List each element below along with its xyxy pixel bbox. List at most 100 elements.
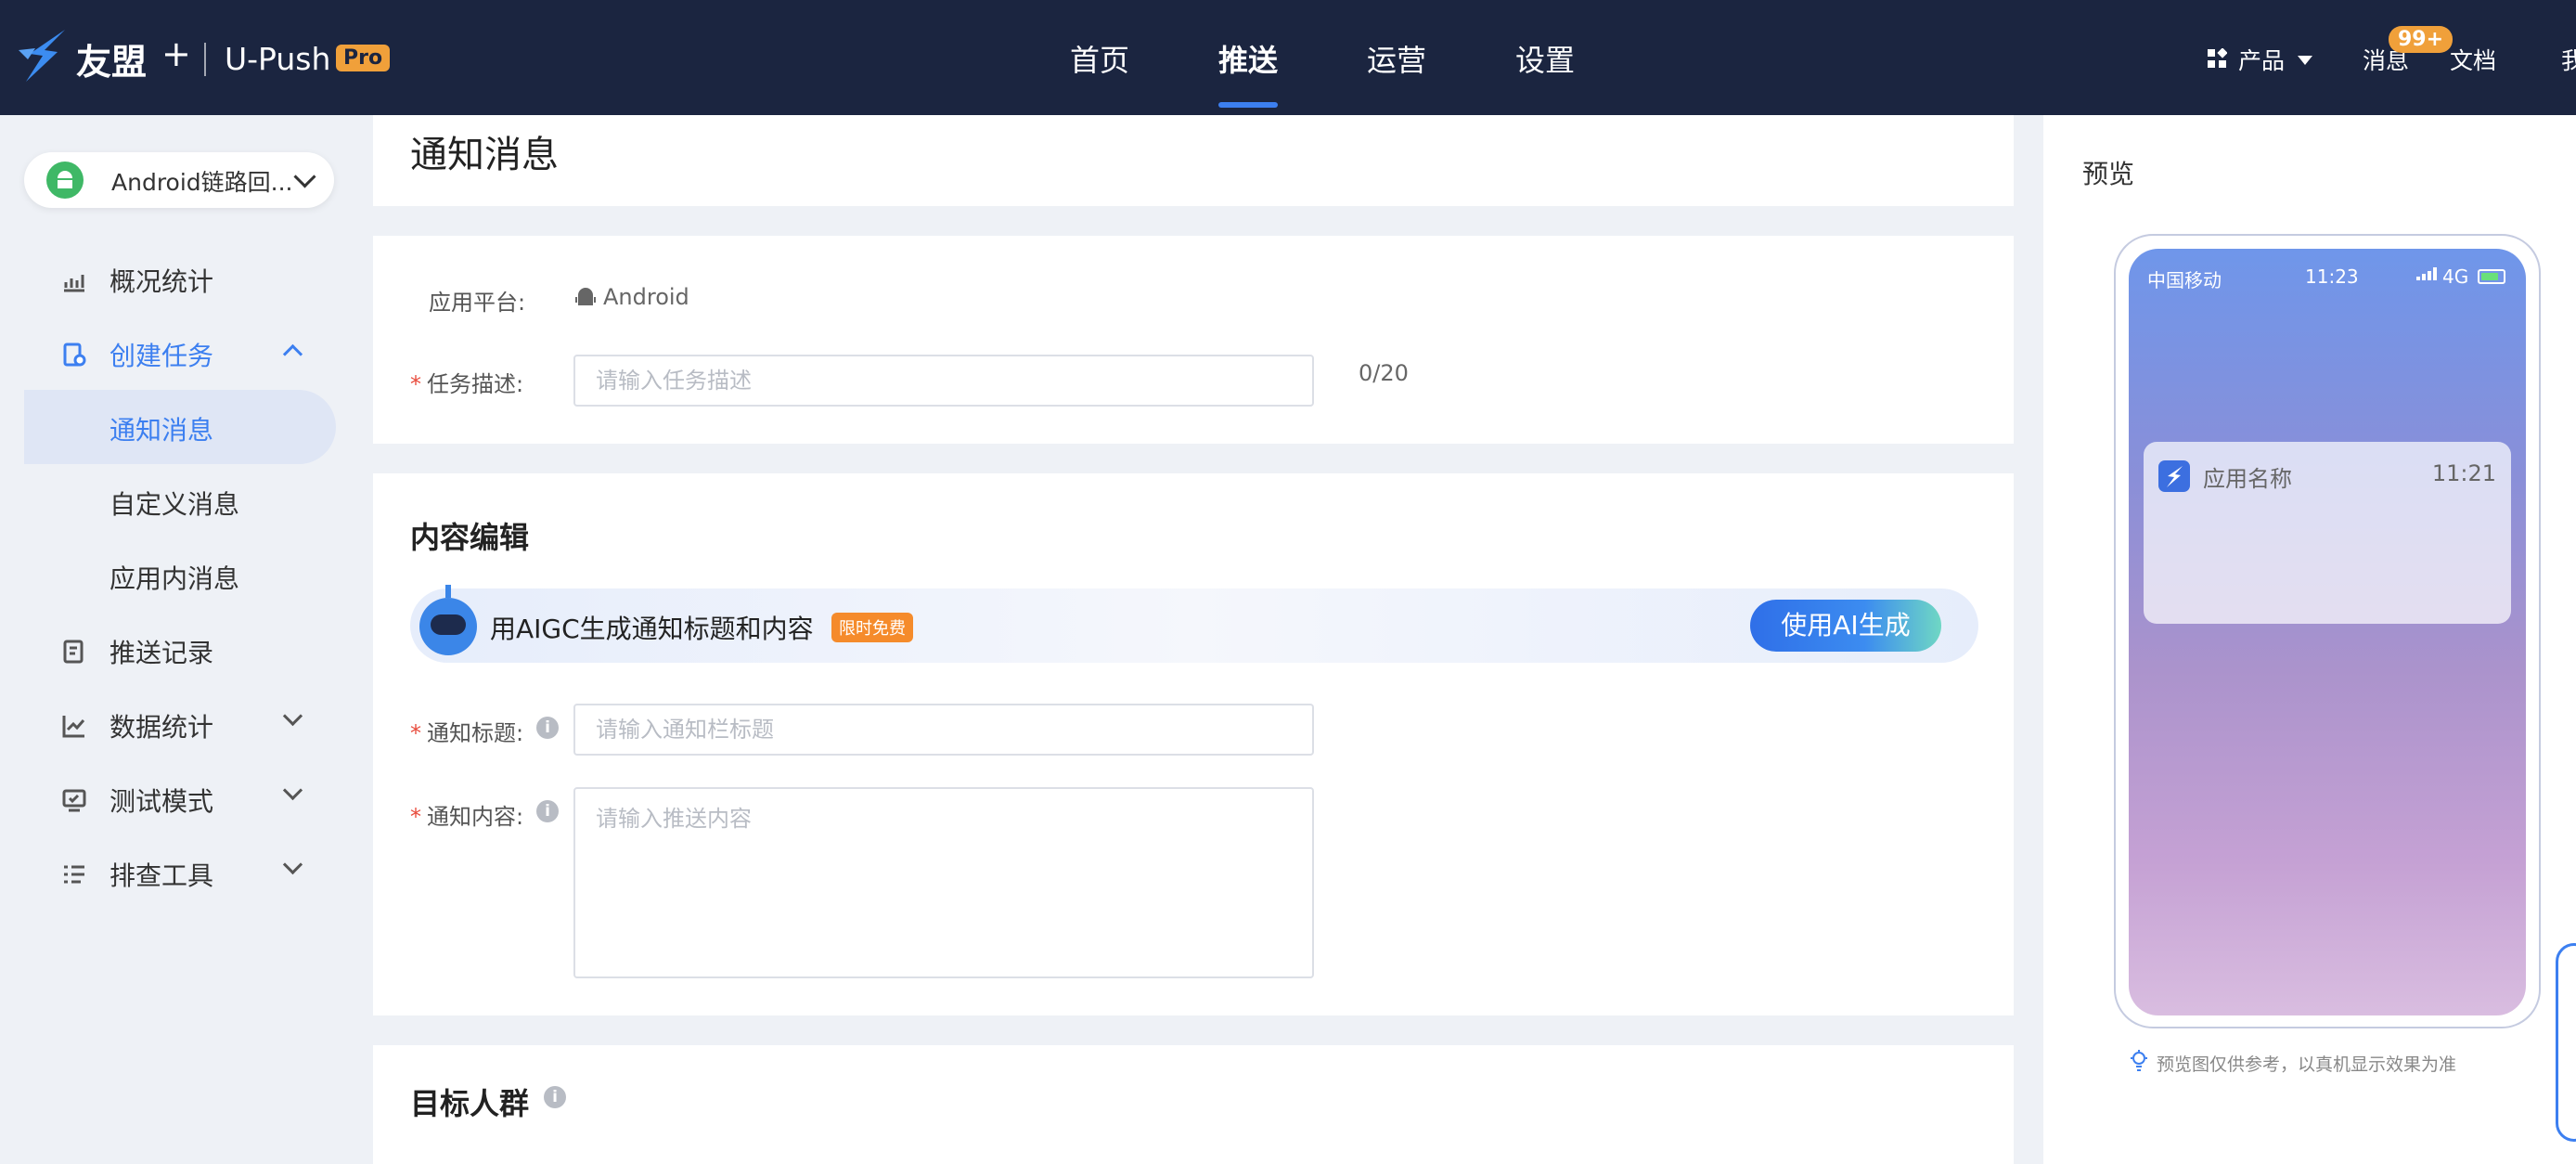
sidebar-item-label: 推送记录 bbox=[109, 638, 214, 668]
logo-divider bbox=[204, 43, 206, 76]
products-caret-icon[interactable] bbox=[2298, 56, 2312, 65]
robot-icon bbox=[419, 585, 477, 655]
required-marker: * bbox=[410, 720, 421, 746]
sidebar-item-label: 应用内消息 bbox=[109, 563, 240, 594]
page-title: 通知消息 bbox=[410, 134, 559, 176]
battery-fill bbox=[2481, 273, 2498, 280]
sidebar-item-label: 通知消息 bbox=[109, 415, 214, 446]
notification-content-input[interactable] bbox=[575, 789, 1312, 975]
info-icon[interactable]: i bbox=[536, 800, 559, 822]
products-grid-icon[interactable] bbox=[2207, 48, 2227, 69]
required-marker: * bbox=[410, 371, 421, 397]
sidebar-item-push-records[interactable]: 推送记录 bbox=[0, 622, 334, 678]
target-section-title: 目标人群 bbox=[410, 1086, 530, 1121]
task-desc-label-text: 任务描述: bbox=[427, 371, 524, 397]
task-desc-input-box[interactable] bbox=[573, 355, 1314, 407]
chevron-down-icon bbox=[293, 165, 316, 188]
chevron-down-icon bbox=[282, 780, 303, 801]
nav-settings[interactable]: 设置 bbox=[1515, 37, 1575, 80]
lightbulb-icon bbox=[2131, 1050, 2147, 1071]
basic-info-card: 应用平台: Android *任务描述: 0/20 bbox=[373, 236, 2014, 444]
ai-generate-button[interactable]: 使用AI生成 bbox=[1750, 600, 1941, 652]
active-nav-indicator bbox=[1218, 102, 1278, 108]
notification-app-name: 应用名称 bbox=[2203, 466, 2292, 492]
title-label: * 通知标题: bbox=[410, 715, 523, 747]
chevron-up-icon bbox=[282, 343, 303, 365]
android-icon bbox=[575, 288, 596, 305]
robot-face bbox=[431, 614, 466, 635]
robot-antenna bbox=[445, 585, 451, 598]
chevron-down-icon bbox=[282, 854, 303, 875]
chart-icon bbox=[64, 275, 84, 292]
umeng-logo-icon[interactable] bbox=[17, 28, 71, 85]
task-icon bbox=[63, 343, 86, 367]
task-desc-counter: 0/20 bbox=[1359, 360, 1409, 386]
nav-home[interactable]: 首页 bbox=[1070, 37, 1129, 80]
sidebar-item-label: 概况统计 bbox=[109, 266, 214, 297]
carrier-label: 中国移动 bbox=[2147, 269, 2222, 291]
sidebar-item-label: 测试模式 bbox=[109, 786, 214, 817]
product-name: U-Push bbox=[225, 41, 331, 77]
target-audience-card: 目标人群 i bbox=[373, 1045, 2014, 1164]
notification-preview-card: 应用名称 11:21 bbox=[2144, 442, 2511, 624]
sidebar-item-troubleshoot[interactable]: 排查工具 bbox=[0, 845, 334, 900]
pro-badge: Pro bbox=[336, 45, 391, 71]
top-navbar: 友盟 + U-Push Pro 首页 推送 运营 设置 产品 消息 99+ 文档… bbox=[0, 0, 2576, 115]
logo-text: 友盟 bbox=[76, 42, 148, 83]
platform-value: Android bbox=[603, 284, 689, 310]
sidebar-subitem-custom-message[interactable]: 自定义消息 bbox=[0, 473, 334, 529]
logo-plus: + bbox=[161, 33, 191, 74]
products-menu[interactable]: 产品 bbox=[2238, 43, 2285, 76]
sidebar-item-data-stats[interactable]: 数据统计 bbox=[0, 696, 334, 752]
floating-help-widget[interactable] bbox=[2556, 943, 2576, 1142]
aigc-banner: 用AIGC生成通知标题和内容 限时免费 使用AI生成 bbox=[410, 585, 1978, 663]
test-icon bbox=[62, 789, 86, 812]
page-title-card: 通知消息 bbox=[373, 115, 2014, 206]
app-icon bbox=[2158, 460, 2190, 492]
sidebar-subitem-notification[interactable]: 通知消息 bbox=[0, 399, 334, 455]
network-label: 4G bbox=[2442, 265, 2469, 288]
android-icon bbox=[46, 162, 84, 199]
task-desc-input[interactable] bbox=[575, 356, 1312, 405]
tools-icon bbox=[64, 865, 84, 884]
free-tag: 限时免费 bbox=[831, 613, 913, 642]
content-section-title: 内容编辑 bbox=[410, 520, 530, 555]
record-icon bbox=[63, 640, 84, 664]
user-menu-truncated[interactable]: 我 bbox=[2561, 43, 2576, 76]
content-edit-card: 内容编辑 用AIGC生成通知标题和内容 限时免费 使用AI生成 * 通知标题: i… bbox=[373, 473, 2014, 1015]
task-desc-label: * 任务描述: bbox=[410, 366, 523, 398]
preview-title: 预览 bbox=[2082, 159, 2135, 189]
line-chart-icon bbox=[62, 716, 85, 738]
sidebar-item-label: 自定义消息 bbox=[109, 489, 240, 520]
nav-push[interactable]: 推送 bbox=[1218, 37, 1278, 80]
info-icon[interactable]: i bbox=[536, 717, 559, 739]
sidebar-item-test-mode[interactable]: 测试模式 bbox=[0, 770, 334, 826]
title-label-text: 通知标题: bbox=[427, 720, 524, 746]
phone-screen: 中国移动 11:23 4G 应用名称 11:21 bbox=[2129, 249, 2526, 1015]
aigc-text: 用AIGC生成通知标题和内容 bbox=[490, 614, 814, 644]
status-time: 11:23 bbox=[2305, 265, 2359, 288]
title-input-box[interactable] bbox=[573, 704, 1314, 756]
sidebar-subitem-in-app-message[interactable]: 应用内消息 bbox=[0, 548, 334, 603]
battery-icon bbox=[2478, 269, 2505, 284]
signal-icon bbox=[2416, 267, 2437, 280]
platform-label: 应用平台: bbox=[429, 290, 526, 316]
messages-badge: 99+ bbox=[2389, 26, 2454, 53]
required-marker: * bbox=[410, 804, 421, 830]
sidebar-item-label: 数据统计 bbox=[109, 712, 214, 743]
content-label-text: 通知内容: bbox=[427, 804, 524, 830]
content-label: * 通知内容: bbox=[410, 798, 523, 831]
sidebar-item-label: 创建任务 bbox=[109, 341, 214, 371]
info-icon[interactable]: i bbox=[544, 1086, 566, 1108]
content-textarea-box[interactable] bbox=[573, 787, 1314, 978]
notification-time: 11:21 bbox=[2431, 460, 2496, 486]
notification-title-input[interactable] bbox=[575, 705, 1312, 754]
sidebar-item-create-task[interactable]: 创建任务 bbox=[0, 325, 334, 381]
app-selector-label: Android链路回... bbox=[111, 169, 293, 196]
preview-panel: 预览 中国移动 11:23 4G 应用名称 11:21 预览图仅供参考，以真机显… bbox=[2043, 115, 2576, 1164]
nav-operations[interactable]: 运营 bbox=[1367, 37, 1426, 80]
docs-link[interactable]: 文档 bbox=[2450, 43, 2496, 76]
sidebar-item-overview[interactable]: 概况统计 bbox=[0, 251, 334, 306]
preview-note: 预览图仅供参考，以真机显示效果为准 bbox=[2157, 1054, 2457, 1075]
app-selector[interactable]: Android链路回... bbox=[24, 152, 334, 208]
